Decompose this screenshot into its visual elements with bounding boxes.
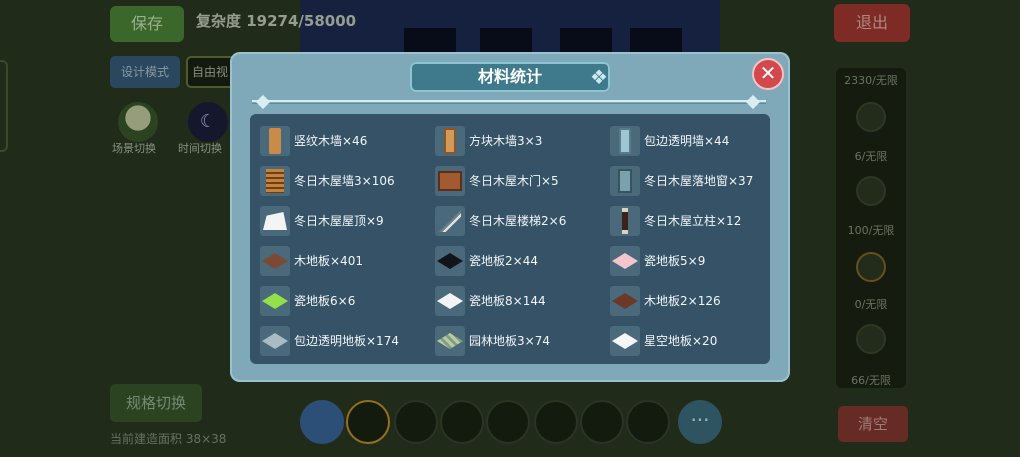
winter-cabin-roof-icon — [260, 206, 290, 236]
material-label: 木地板×401 — [294, 254, 363, 268]
winter-cabin-pillar-icon — [610, 206, 640, 236]
winter-cabin-window-icon — [610, 166, 640, 196]
tile-floor-2-icon — [435, 246, 465, 276]
glass-wall-icon — [610, 126, 640, 156]
wood-floor-2-icon — [610, 286, 640, 316]
winter-cabin-door-icon — [435, 166, 465, 196]
material-label: 包边透明地板×174 — [294, 334, 399, 348]
divider-diamond-icon — [255, 94, 271, 110]
material-label: 冬日木屋楼梯2×6 — [469, 214, 567, 228]
glass-floor-icon — [260, 326, 290, 356]
garden-floor-icon — [435, 326, 465, 356]
material-label: 冬日木屋落地窗×37 — [644, 174, 754, 188]
ornament-right-icon: ❖ — [590, 65, 608, 89]
close-button[interactable]: ✕ — [752, 58, 784, 90]
material-label: 瓷地板5×9 — [644, 254, 706, 268]
material-label: 包边透明墙×44 — [644, 134, 730, 148]
winter-cabin-stairs-icon — [435, 206, 465, 236]
material-label: 方块木墙3×3 — [469, 134, 543, 148]
tile-floor-5-icon — [610, 246, 640, 276]
material-label: 瓷地板8×144 — [469, 294, 546, 308]
material-label: 星空地板×20 — [644, 334, 718, 348]
tile-floor-6-icon — [260, 286, 290, 316]
dialog-title: 材料统计 — [410, 62, 610, 92]
material-label: 瓷地板2×44 — [469, 254, 538, 268]
material-grid: 竖纹木墙×46 方块木墙3×3 包边透明墙×44 冬日木屋墙3×106 冬日木屋… — [250, 114, 770, 364]
material-label: 冬日木屋立柱×12 — [644, 214, 742, 228]
material-label: 冬日木屋木门×5 — [469, 174, 559, 188]
material-stats-dialog: ❖ 材料统计 ❖ ✕ 竖纹木墙×46 方块木墙3×3 包边透明墙×44 冬日木屋… — [230, 52, 790, 382]
divider-diamond-icon — [745, 94, 761, 110]
material-label: 冬日木屋屋顶×9 — [294, 214, 384, 228]
vertical-wood-wall-icon — [260, 126, 290, 156]
winter-cabin-wall-icon — [260, 166, 290, 196]
starry-floor-icon — [610, 326, 640, 356]
material-label: 竖纹木墙×46 — [294, 134, 368, 148]
material-label: 瓷地板6×6 — [294, 294, 356, 308]
tile-floor-8-icon — [435, 286, 465, 316]
material-label: 木地板2×126 — [644, 294, 721, 308]
block-wood-wall-icon — [435, 126, 465, 156]
material-label: 冬日木屋墙3×106 — [294, 174, 395, 188]
divider — [252, 100, 766, 104]
material-label: 园林地板3×74 — [469, 334, 550, 348]
wood-floor-icon — [260, 246, 290, 276]
